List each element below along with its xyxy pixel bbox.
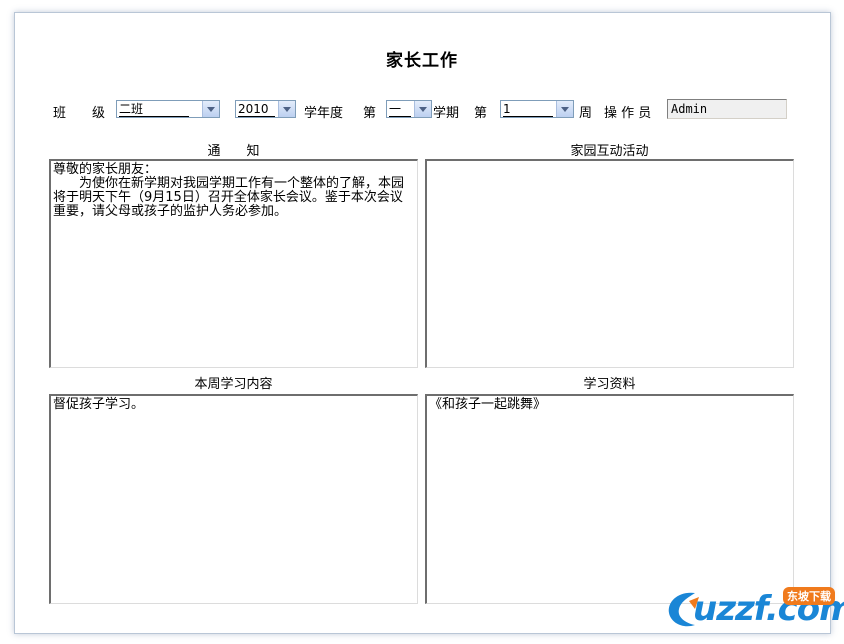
- class-select-value: 二班: [119, 102, 190, 117]
- study-content-title: 本周学习内容: [194, 377, 273, 392]
- notice-greeting: 尊敬的家长朋友：: [53, 162, 158, 177]
- activities-textarea[interactable]: [425, 159, 794, 368]
- week-label: 周: [579, 106, 593, 121]
- class-label: 班 级: [53, 106, 106, 121]
- year-select[interactable]: 2010: [235, 100, 296, 118]
- week-select[interactable]: 1: [500, 100, 574, 118]
- chevron-down-icon[interactable]: [278, 101, 295, 117]
- notice-title: 通 知: [207, 144, 260, 159]
- semester-prefix: 第: [363, 106, 377, 121]
- notice-textarea[interactable]: 尊敬的家长朋友： 为使你在新学期对我园学期工作有一个整体的了解，本园将于明天下午…: [49, 159, 418, 368]
- activities-title: 家园互动活动: [570, 144, 649, 159]
- study-materials-textarea[interactable]: 《和孩子一起跳舞》: [425, 394, 794, 604]
- year-select-value: 2010: [238, 102, 275, 117]
- operator-field[interactable]: Admin: [667, 99, 787, 119]
- watermark-logo: uzzf.com 东坡下载: [665, 583, 844, 633]
- class-select[interactable]: 二班: [116, 100, 220, 118]
- chevron-down-icon[interactable]: [414, 101, 431, 117]
- chevron-down-icon[interactable]: [202, 101, 219, 117]
- operator-label: 操 作 员: [604, 106, 652, 121]
- study-materials-title: 学习资料: [583, 377, 636, 392]
- week-select-value: 1: [503, 102, 553, 117]
- week-prefix: 第: [474, 106, 488, 121]
- notice-body: 为使你在新学期对我园学期工作有一个整体的了解，本园将于明天下午（9月15日）召开…: [53, 176, 405, 219]
- page-title: 家长工作: [386, 51, 458, 71]
- semester-select-value: 一: [389, 102, 412, 117]
- chevron-down-icon[interactable]: [556, 101, 573, 117]
- year-label: 学年度: [304, 106, 344, 121]
- study-content-textarea[interactable]: 督促孩子学习。: [49, 394, 418, 604]
- watermark-badge: 东坡下载: [783, 587, 835, 605]
- semester-select[interactable]: 一: [386, 100, 432, 118]
- semester-label: 学期: [433, 106, 460, 121]
